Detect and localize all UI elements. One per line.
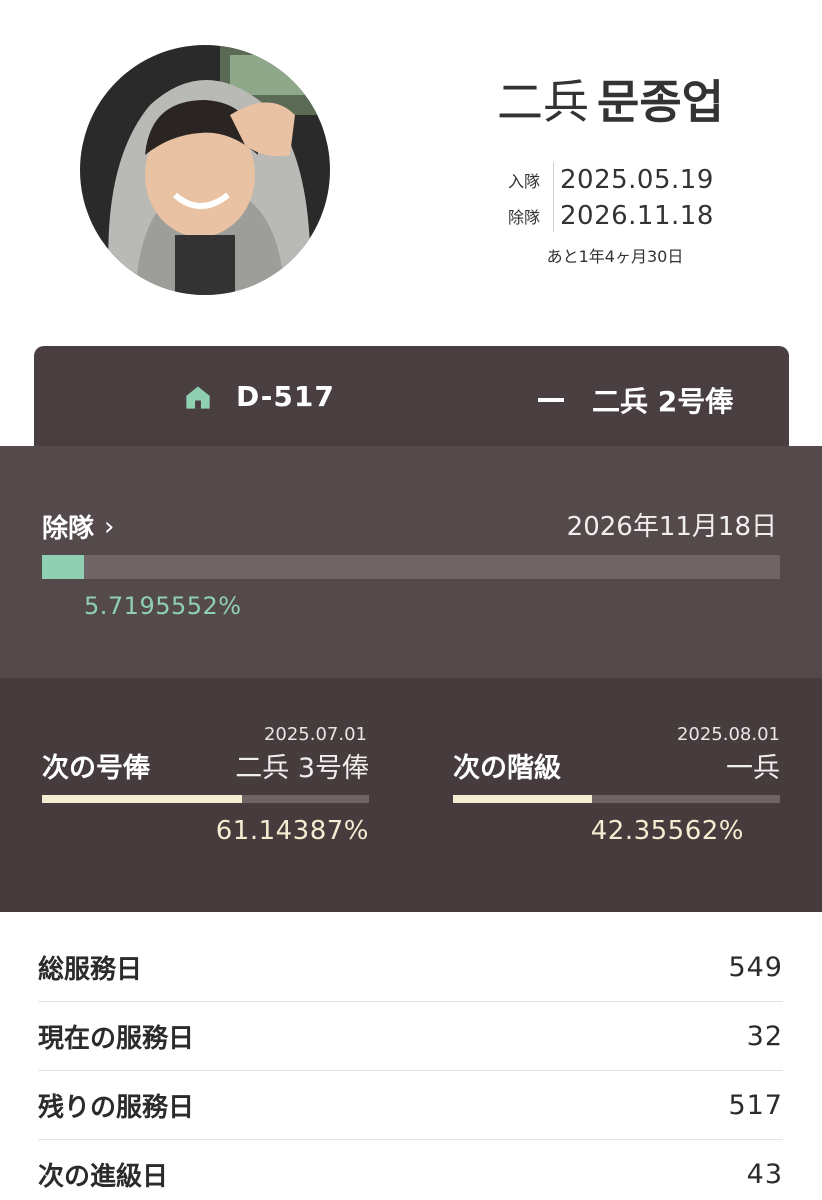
list-item: 次の進級日 43	[38, 1140, 783, 1200]
date-divider	[553, 162, 554, 232]
stats-list: 総服務日 549 現在の服務日 32 残りの服務日 517 次の進級日 43	[38, 933, 783, 1200]
discharge-progress-fill	[42, 555, 85, 579]
next-pay-rank: 二兵 3号俸	[235, 753, 369, 784]
enlist-label: 入隊	[507, 172, 540, 191]
stat-value: 32	[746, 1020, 783, 1052]
stat-label: 次の進級日	[38, 1162, 169, 1192]
next-rank-progress-bar	[453, 795, 780, 803]
discharge-full-date: 2026年11月18日	[566, 512, 777, 542]
next-pay-title: 次の号俸	[42, 753, 150, 784]
service-dates: 入隊 2025.05.19 除隊 2026.11.18	[500, 162, 740, 234]
next-pay-date: 2025.07.01	[263, 724, 367, 745]
stat-label: 総服務日	[38, 954, 143, 985]
next-rank-progress-fill	[453, 795, 592, 803]
stat-label: 残りの服務日	[38, 1092, 195, 1123]
enlist-date: 2025.05.19	[560, 165, 714, 195]
profile-name: 二兵 문종업	[497, 72, 724, 132]
discharge-link[interactable]: 除隊 ›	[42, 508, 114, 545]
dday-item[interactable]: D-517	[184, 380, 335, 413]
discharge-row: 除隊 2026.11.18	[500, 198, 740, 234]
next-rank-title: 次の階級	[453, 753, 561, 784]
next-pay-progress-fill	[42, 795, 242, 803]
status-bar: D-517 二兵 2号俸	[34, 346, 789, 446]
next-rank-percent: 42.35562%	[590, 816, 744, 846]
next-rank-date: 2025.08.01	[676, 724, 780, 745]
stat-label: 現在の服務日	[38, 1023, 195, 1054]
home-icon	[186, 386, 210, 409]
discharge-panel: 除隊 › 2026年11月18日 5.7195552%	[0, 446, 822, 678]
avatar	[80, 45, 330, 295]
next-rank-name: 一兵	[726, 753, 780, 784]
discharge-title: 除隊	[42, 514, 95, 544]
discharge-date: 2026.11.18	[560, 201, 714, 231]
profile-person-name: 문종업	[597, 75, 724, 129]
enlist-row: 入隊 2025.05.19	[500, 162, 740, 198]
stat-value: 43	[746, 1159, 783, 1190]
discharge-percent: 5.7195552%	[84, 592, 242, 620]
next-pay-progress-bar	[42, 795, 369, 803]
current-rank-item[interactable]: 二兵 2号俸	[504, 380, 733, 420]
discharge-progress-bar	[42, 555, 780, 579]
chevron-right-icon: ›	[104, 511, 115, 542]
profile-rank: 二兵	[497, 75, 589, 129]
next-promotions-panel: 2025.07.01 次の号俸 二兵 3号俸 61.14387% 2025.08…	[0, 678, 822, 912]
app-page: 二兵 문종업 入隊 2025.05.19 除隊 2026.11.18 あと1年4ヶ…	[0, 0, 822, 1200]
list-item: 現在の服務日 32	[38, 1002, 783, 1071]
list-item: 残りの服務日 517	[38, 1071, 783, 1140]
remaining-time: あと1年4ヶ月30日	[546, 247, 684, 266]
rank-bar-icon	[538, 398, 564, 402]
stat-value: 549	[728, 951, 783, 983]
current-rank-label: 二兵 2号俸	[592, 385, 734, 418]
list-item: 総服務日 549	[38, 933, 783, 1002]
next-pay-percent: 61.14387%	[215, 816, 369, 846]
stat-value: 517	[728, 1089, 783, 1121]
discharge-label: 除隊	[507, 208, 540, 227]
dday-label: D-517	[236, 380, 335, 413]
